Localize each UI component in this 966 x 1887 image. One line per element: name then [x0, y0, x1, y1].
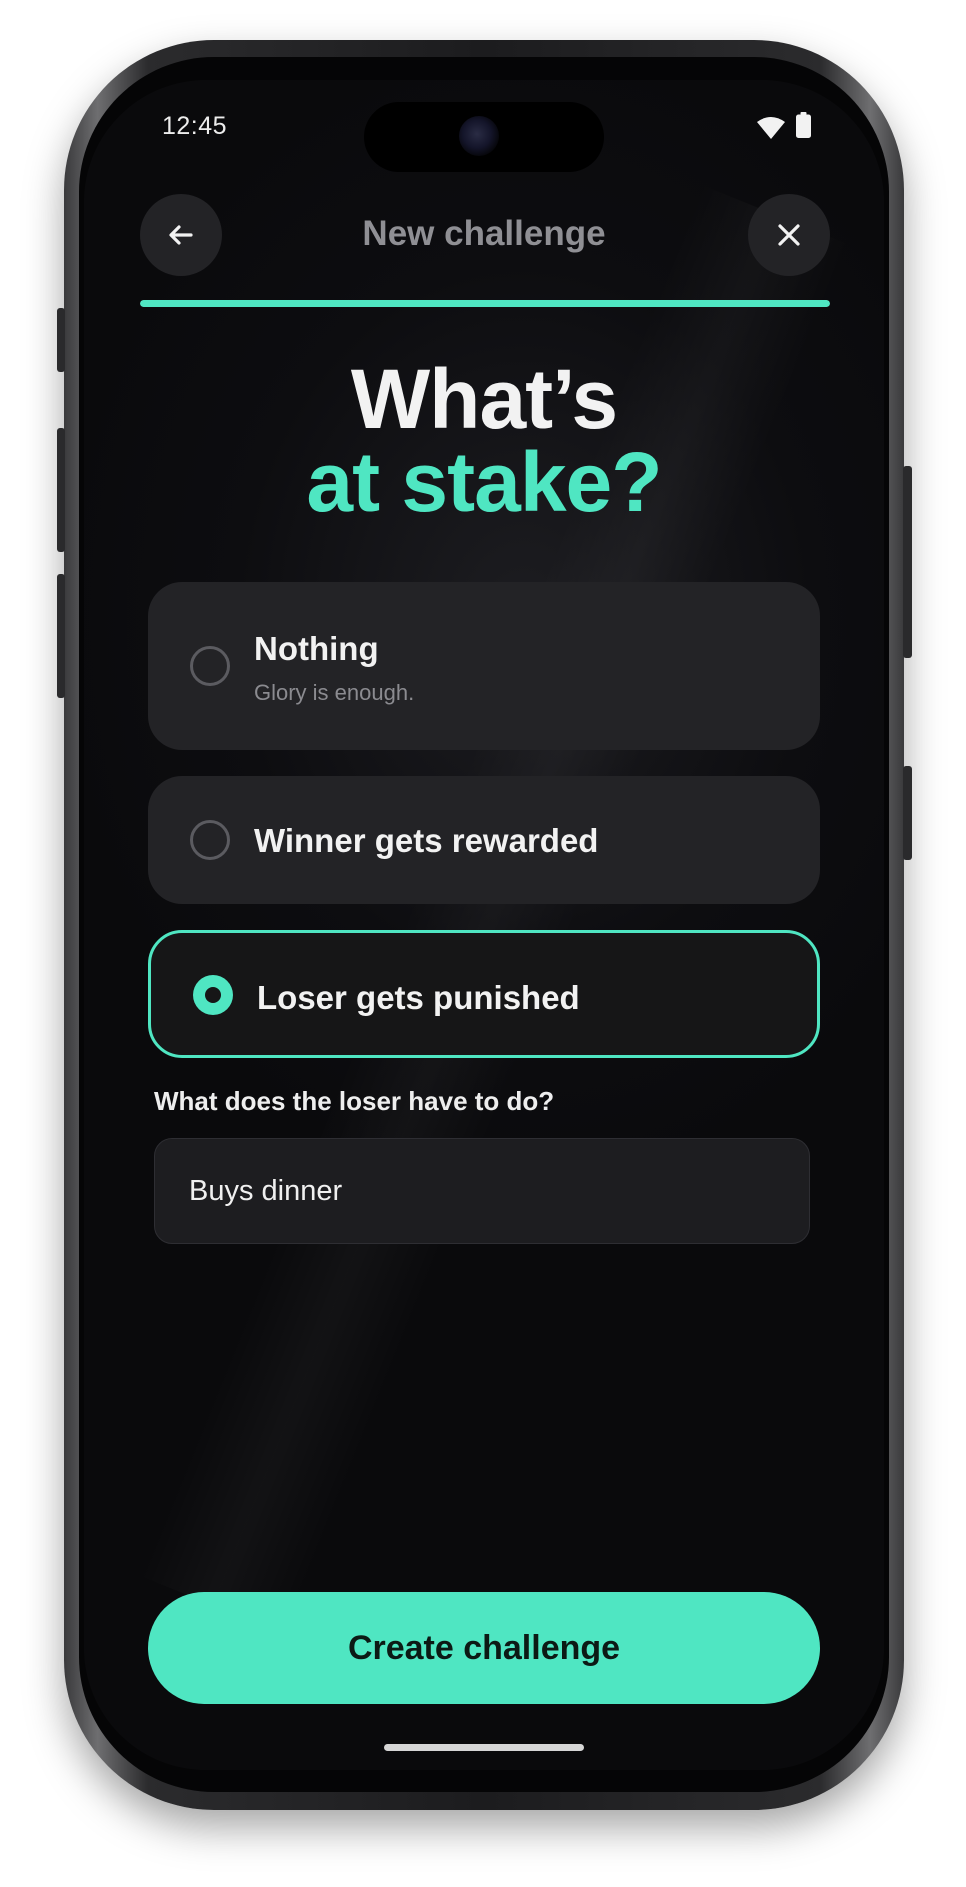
option-title: Loser gets punished — [257, 979, 580, 1016]
option-loser-punished[interactable]: Loser gets punished — [148, 930, 820, 1058]
heading-line-1: What’s — [350, 352, 618, 446]
punishment-input[interactable] — [154, 1138, 810, 1244]
radio-unselected[interactable] — [190, 646, 230, 686]
action-button — [903, 766, 912, 860]
camera-lens — [459, 116, 499, 156]
create-challenge-button[interactable]: Create challenge — [148, 1592, 820, 1704]
progress-bar — [140, 300, 830, 307]
progress-fill — [140, 300, 830, 307]
option-title: Nothing — [254, 630, 379, 667]
option-title: Winner gets rewarded — [254, 822, 599, 859]
volume-down-button — [57, 574, 65, 698]
radio-unselected[interactable] — [190, 820, 230, 860]
battery-icon — [796, 112, 811, 138]
power-button — [903, 466, 912, 658]
volume-up-button — [57, 308, 65, 372]
status-time: 12:45 — [162, 112, 228, 140]
close-button[interactable] — [748, 194, 830, 276]
option-nothing[interactable]: Nothing Glory is enough. — [148, 582, 820, 750]
heading-line-2: at stake? — [306, 435, 662, 529]
close-icon — [778, 224, 800, 246]
wifi-icon — [757, 117, 785, 139]
option-winner-rewarded[interactable]: Winner gets rewarded — [148, 776, 820, 904]
app-screen: 12:45 New challenge What’s at stake? Not… — [84, 80, 884, 1770]
radio-dot — [205, 987, 221, 1003]
punishment-label: What does the loser have to do? — [154, 1086, 555, 1116]
option-subtitle: Glory is enough. — [254, 680, 415, 705]
home-indicator[interactable] — [384, 1744, 584, 1751]
volume-middle-button — [57, 428, 65, 552]
radio-selected[interactable] — [193, 975, 233, 1015]
